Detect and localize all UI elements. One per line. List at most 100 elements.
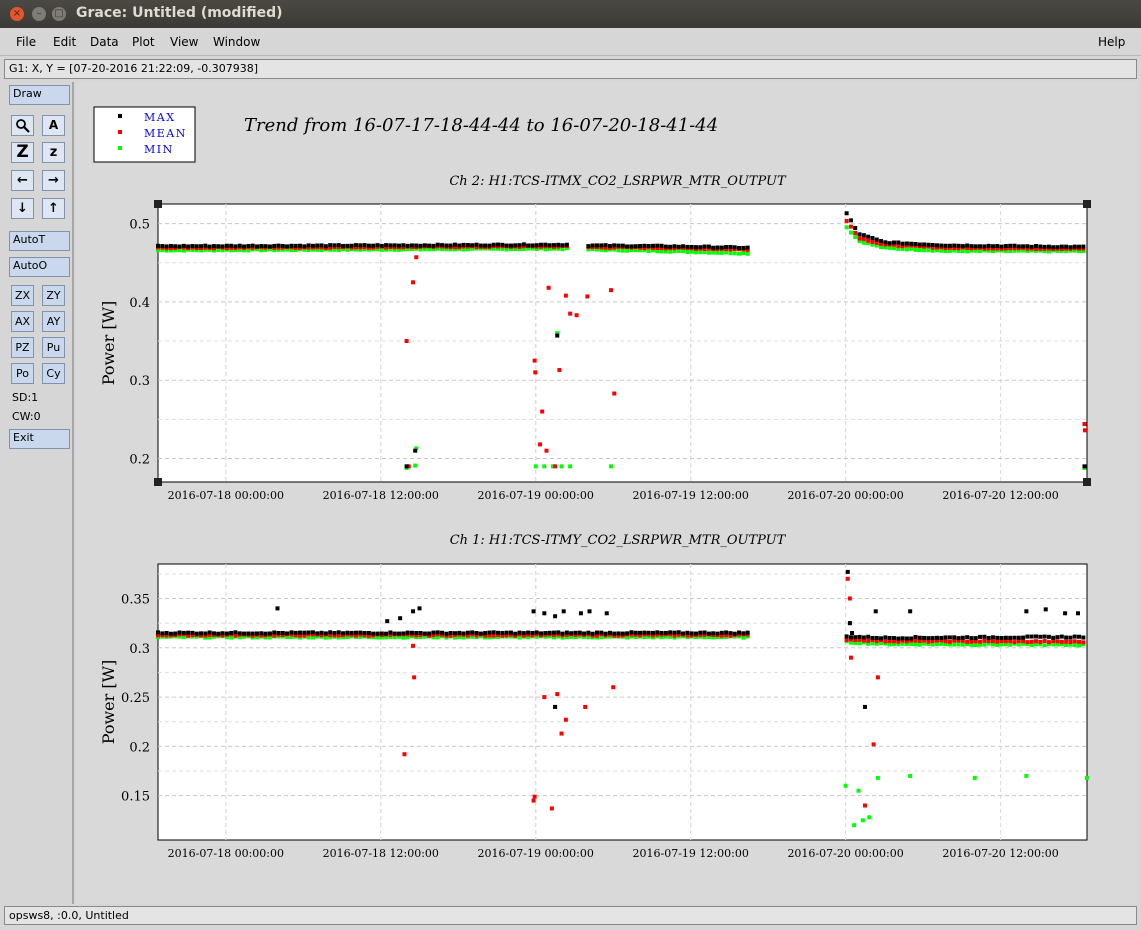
data-point-outlier bbox=[533, 370, 538, 375]
data-point bbox=[491, 630, 496, 635]
data-point bbox=[435, 630, 440, 635]
data-point bbox=[638, 244, 643, 249]
menu-data[interactable]: Data bbox=[90, 35, 119, 49]
x-tick-label: 2016-07-20 12:00:00 bbox=[942, 489, 1058, 502]
menu-view[interactable]: View bbox=[170, 35, 198, 49]
data-point-outlier bbox=[850, 631, 855, 635]
data-point bbox=[220, 244, 225, 249]
menu-plot[interactable]: Plot bbox=[132, 35, 155, 49]
data-point bbox=[689, 631, 694, 636]
data-point bbox=[551, 243, 556, 248]
data-point bbox=[857, 641, 862, 646]
selection-handle[interactable] bbox=[154, 200, 162, 208]
data-point bbox=[332, 243, 337, 248]
scroll-down-button[interactable]: ↓ bbox=[11, 198, 34, 219]
scroll-left-button[interactable]: ← bbox=[11, 170, 34, 191]
draw-button[interactable]: Draw bbox=[9, 85, 70, 105]
data-point bbox=[229, 630, 234, 635]
data-point bbox=[405, 630, 410, 635]
data-point bbox=[1003, 244, 1008, 249]
autoo-button[interactable]: AutoO bbox=[9, 257, 70, 277]
window-title: Grace: Untitled (modified) bbox=[76, 5, 283, 21]
set-indicator: SD:1 bbox=[12, 391, 39, 404]
data-point bbox=[1055, 245, 1060, 250]
data-point bbox=[500, 631, 505, 636]
menubar: File Edit Data Plot View Window Help bbox=[0, 28, 1141, 56]
cy-button[interactable]: Cy bbox=[42, 363, 65, 384]
ax-button[interactable]: AX bbox=[11, 311, 34, 332]
data-point bbox=[487, 630, 492, 635]
data-point bbox=[1029, 244, 1034, 249]
data-point-outlier bbox=[532, 794, 537, 799]
zy-button[interactable]: ZY bbox=[42, 285, 65, 306]
po-button[interactable]: Po bbox=[11, 363, 34, 384]
data-point bbox=[285, 631, 290, 636]
data-point bbox=[853, 230, 858, 235]
data-point bbox=[478, 631, 483, 636]
data-point bbox=[1012, 635, 1017, 640]
data-point bbox=[521, 631, 526, 636]
scroll-up-button[interactable]: ↑ bbox=[42, 198, 65, 219]
main-title: Trend from 16-07-17-18-44-44 to 16-07-20… bbox=[244, 115, 718, 136]
data-point bbox=[909, 641, 914, 646]
minimize-button[interactable]: – bbox=[32, 7, 46, 21]
zoom-button[interactable] bbox=[11, 115, 34, 136]
data-point bbox=[384, 631, 389, 636]
data-point bbox=[254, 631, 259, 636]
menu-help[interactable]: Help bbox=[1098, 35, 1125, 49]
data-point-outlier bbox=[867, 815, 872, 820]
data-point-outlier bbox=[972, 775, 977, 780]
data-point bbox=[986, 635, 991, 640]
graph-ch2[interactable]: 2016-07-18 00:00:00 2016-07-18 12:00:00 20… bbox=[99, 174, 1091, 502]
data-point bbox=[242, 631, 247, 636]
data-point bbox=[1081, 635, 1086, 640]
autoticks-button[interactable]: A bbox=[42, 115, 65, 136]
selection-handle[interactable] bbox=[1083, 478, 1091, 486]
close-button[interactable]: × bbox=[10, 7, 24, 21]
data-point bbox=[1042, 244, 1047, 249]
data-point bbox=[362, 631, 367, 636]
data-point bbox=[539, 242, 544, 247]
data-point bbox=[224, 243, 229, 248]
menu-file[interactable]: File bbox=[16, 35, 36, 49]
data-point-outlier bbox=[542, 464, 547, 469]
exit-button[interactable]: Exit bbox=[9, 429, 70, 449]
graph-ch1[interactable]: 2016-07-18 00:00:00 2016-07-18 12:00:00 20… bbox=[99, 533, 1089, 860]
pu-button[interactable]: Pu bbox=[42, 337, 65, 358]
data-point bbox=[461, 631, 466, 636]
data-point bbox=[341, 631, 346, 636]
data-point bbox=[293, 630, 298, 635]
y-tick-label: 0.2 bbox=[129, 453, 150, 468]
data-point bbox=[848, 635, 853, 640]
zoom-in-button[interactable]: Z bbox=[11, 142, 34, 163]
data-point bbox=[199, 244, 204, 249]
data-point bbox=[1072, 634, 1077, 639]
data-point bbox=[280, 244, 285, 249]
maximize-button[interactable]: □ bbox=[52, 7, 66, 21]
data-point bbox=[642, 243, 647, 248]
autot-button[interactable]: AutoT bbox=[9, 231, 70, 251]
data-point bbox=[1072, 244, 1077, 249]
data-point-outlier bbox=[568, 464, 573, 469]
data-point bbox=[358, 243, 363, 248]
plot-canvas[interactable]: MAX MEAN MIN Trend from 16-07-17-18-44-4… bbox=[76, 82, 1137, 904]
data-point bbox=[861, 233, 866, 238]
data-point bbox=[603, 631, 608, 636]
data-point bbox=[1046, 634, 1051, 639]
plot-svg[interactable]: MAX MEAN MIN Trend from 16-07-17-18-44-4… bbox=[76, 82, 1137, 904]
zx-button[interactable]: ZX bbox=[11, 285, 34, 306]
pz-button[interactable]: PZ bbox=[11, 337, 34, 358]
ay-button[interactable]: AY bbox=[42, 311, 65, 332]
selection-handle[interactable] bbox=[1083, 200, 1091, 208]
data-point bbox=[452, 242, 457, 247]
data-point bbox=[310, 243, 315, 248]
selection-handle[interactable] bbox=[154, 478, 162, 486]
data-point bbox=[947, 639, 952, 644]
scroll-right-button[interactable]: → bbox=[42, 170, 65, 191]
data-point bbox=[181, 243, 186, 248]
data-point bbox=[474, 242, 479, 247]
menu-edit[interactable]: Edit bbox=[53, 35, 76, 49]
data-point bbox=[1042, 639, 1047, 644]
menu-window[interactable]: Window bbox=[213, 35, 260, 49]
zoom-out-button[interactable]: z bbox=[42, 142, 65, 163]
